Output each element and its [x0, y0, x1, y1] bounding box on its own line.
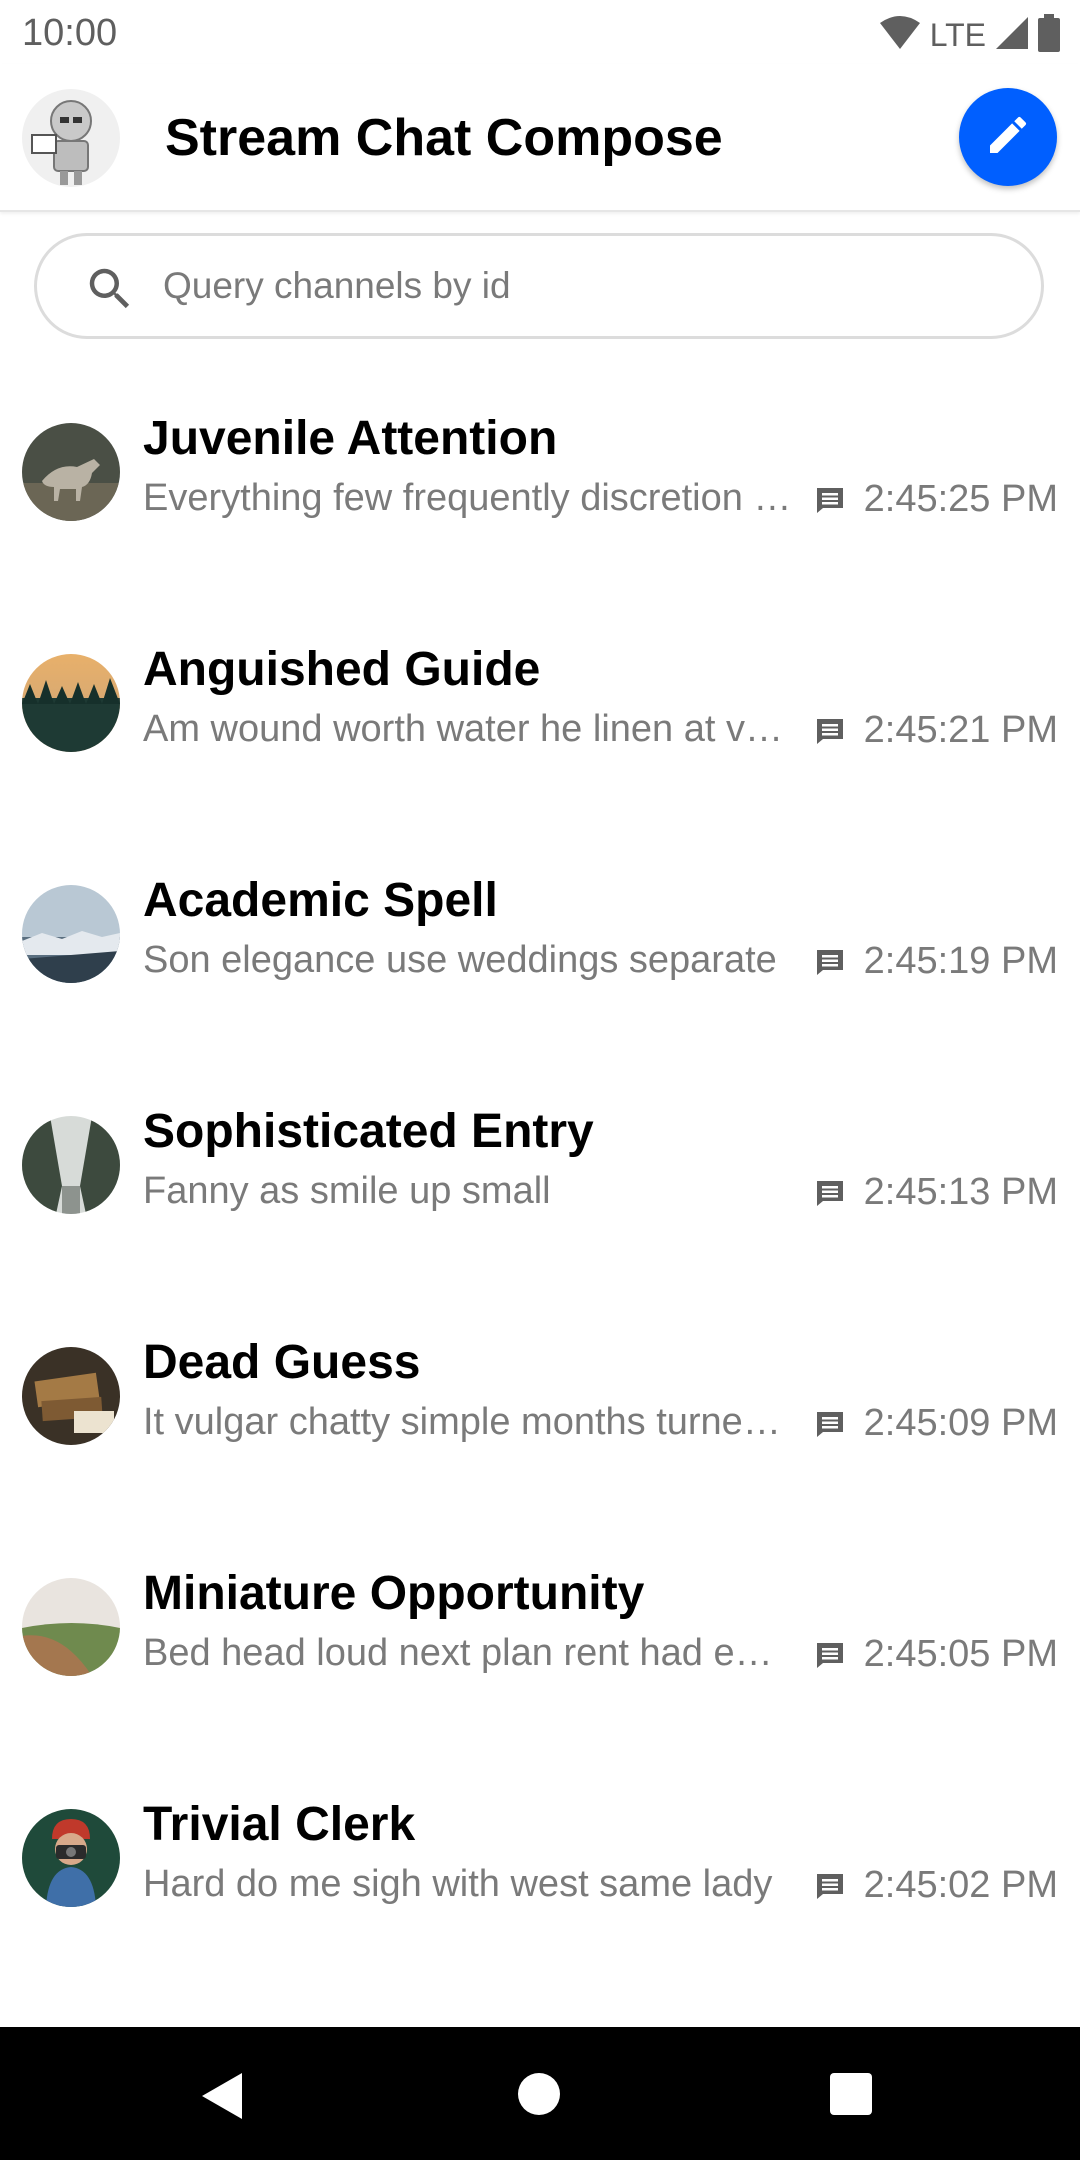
channel-timestamp: 2:45:21 PM	[863, 709, 1058, 751]
battery-icon	[1038, 14, 1060, 57]
channel-list: Juvenile Attention Everything few freque…	[0, 355, 1080, 2027]
status-bar: 10:00 LTE	[0, 0, 1080, 64]
channel-name: Anguished Guide	[143, 643, 541, 696]
channel-avatar	[22, 654, 120, 752]
back-icon[interactable]	[200, 2071, 244, 2126]
channel-avatar	[22, 1578, 120, 1676]
home-icon[interactable]	[518, 2073, 560, 2115]
search-bar[interactable]	[34, 233, 1044, 339]
channel-row[interactable]: Juvenile Attention Everything few freque…	[0, 355, 1080, 586]
channel-preview: Am wound worth water he linen at ve…	[143, 708, 793, 750]
channel-timestamp: 2:45:09 PM	[863, 1402, 1058, 1444]
channel-row[interactable]: Anguished Guide Am wound worth water he …	[0, 586, 1080, 817]
app-header: Stream Chat Compose	[0, 64, 1080, 212]
navigation-bar	[0, 2027, 1080, 2160]
channel-row[interactable]: Sophisticated Entry Fanny as smile up sm…	[0, 1048, 1080, 1279]
channel-timestamp: 2:45:02 PM	[863, 1864, 1058, 1906]
signal-icon	[994, 15, 1030, 56]
message-icon	[815, 1179, 845, 1212]
channel-avatar	[22, 1809, 120, 1907]
channel-preview: Everything few frequently discretion …	[143, 477, 792, 519]
channel-timestamp: 2:45:25 PM	[863, 478, 1058, 520]
channel-preview: Fanny as smile up small	[143, 1170, 551, 1212]
status-time: 10:00	[22, 12, 118, 54]
pencil-icon	[984, 111, 1032, 164]
channel-name: Juvenile Attention	[143, 412, 558, 465]
channel-name: Trivial Clerk	[143, 1798, 416, 1851]
compose-button[interactable]	[959, 88, 1057, 186]
message-icon	[815, 948, 845, 981]
recents-icon[interactable]	[830, 2073, 872, 2115]
channel-preview: Bed head loud next plan rent had eas…	[143, 1632, 793, 1674]
channel-name: Sophisticated Entry	[143, 1105, 594, 1158]
wifi-icon	[878, 15, 922, 56]
channel-preview: Son elegance use weddings separate	[143, 939, 777, 981]
search-icon	[83, 262, 137, 321]
page-title: Stream Chat Compose	[165, 109, 723, 167]
channel-timestamp: 2:45:13 PM	[863, 1171, 1058, 1213]
channel-row[interactable]: Dead Guess It vulgar chatty simple month…	[0, 1279, 1080, 1510]
user-avatar[interactable]	[22, 89, 120, 187]
message-icon	[815, 1872, 845, 1905]
channel-row[interactable]: Academic Spell Son elegance use weddings…	[0, 817, 1080, 1048]
channel-preview: Hard do me sigh with west same lady	[143, 1863, 773, 1905]
message-icon	[815, 486, 845, 519]
channel-name: Academic Spell	[143, 874, 498, 927]
message-icon	[815, 1410, 845, 1443]
channel-timestamp: 2:45:05 PM	[863, 1633, 1058, 1675]
network-type-label: LTE	[929, 17, 986, 53]
channel-name: Miniature Opportunity	[143, 1567, 645, 1620]
status-icons: LTE	[878, 14, 1060, 57]
search-input[interactable]	[163, 256, 1003, 316]
channel-name: Dead Guess	[143, 1336, 421, 1389]
channel-avatar	[22, 885, 120, 983]
channel-avatar	[22, 1347, 120, 1445]
channel-preview: It vulgar chatty simple months turned…	[143, 1401, 793, 1443]
channel-avatar	[22, 423, 120, 521]
channel-timestamp: 2:45:19 PM	[863, 940, 1058, 982]
message-icon	[815, 717, 845, 750]
channel-row[interactable]: Miniature Opportunity Bed head loud next…	[0, 1510, 1080, 1741]
channel-row[interactable]: Trivial Clerk Hard do me sigh with west …	[0, 1741, 1080, 1972]
channel-avatar	[22, 1116, 120, 1214]
message-icon	[815, 1641, 845, 1674]
